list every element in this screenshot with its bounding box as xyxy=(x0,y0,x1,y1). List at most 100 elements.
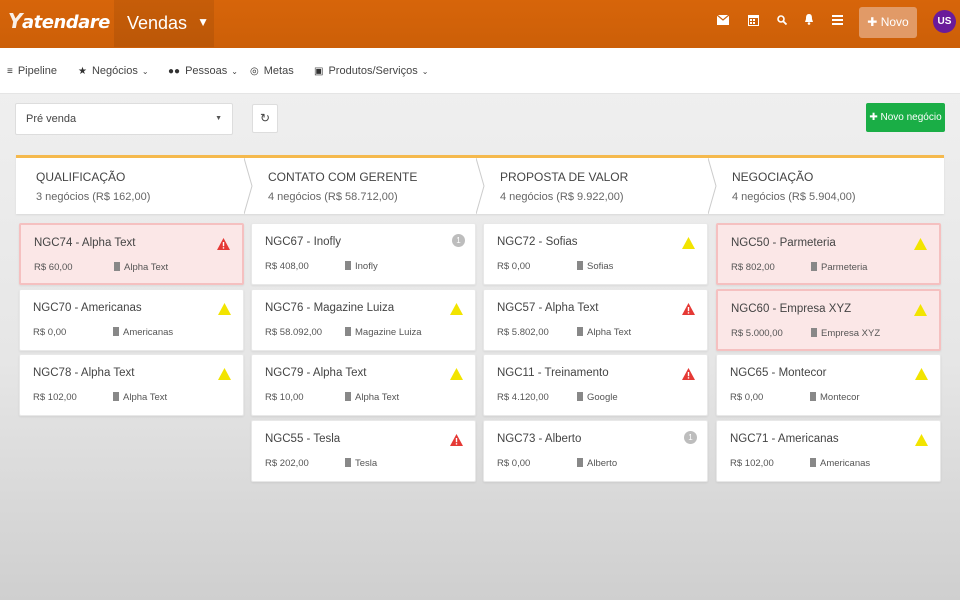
new-button-label: Novo xyxy=(880,15,909,29)
deal-card[interactable]: NGC11 - Treinamento R$ 4.120,00 Google xyxy=(483,354,708,416)
chevron-down-icon: ⌄ xyxy=(421,67,429,76)
filter-icon: ≡ xyxy=(7,66,13,77)
warning-yellow-icon xyxy=(915,433,928,446)
building-icon xyxy=(345,458,351,467)
deal-title: NGC73 - Alberto xyxy=(497,433,582,445)
stage-header-negociacao[interactable]: NEGOCIAÇÃO 4 negócios (R$ 5.904,00) xyxy=(712,158,944,214)
pipeline-select[interactable]: Pré venda ▼ xyxy=(15,103,233,135)
deal-card[interactable]: NGC57 - Alpha Text R$ 5.802,00 Alpha Text xyxy=(483,289,708,351)
stage-header-proposta[interactable]: PROPOSTA DE VALOR 4 negócios (R$ 9.922,0… xyxy=(480,158,712,214)
stage-header-contato[interactable]: CONTATO COM GERENTE 4 negócios (R$ 58.71… xyxy=(248,158,480,214)
nav-label: Pessoas xyxy=(185,65,228,77)
stage-count: 4 negócios (R$ 9.922,00) xyxy=(500,191,624,203)
deal-card[interactable]: NGC55 - Tesla R$ 202,00 Tesla xyxy=(251,420,476,482)
alert-red-icon xyxy=(217,237,230,250)
module-switcher[interactable]: Vendas ▼ xyxy=(114,0,214,47)
building-icon xyxy=(113,327,119,336)
deal-value: R$ 0,00 xyxy=(497,458,531,469)
deal-title: NGC11 - Treinamento xyxy=(497,367,609,379)
nav-item-produtos[interactable]: ▣ Produtos/Serviços ⌄ xyxy=(314,65,428,77)
nav-item-pipeline[interactable]: ≡ Pipeline xyxy=(7,65,57,77)
building-icon xyxy=(811,262,817,271)
nav-label: Produtos/Serviços xyxy=(328,65,418,77)
deal-organization: Magazine Luiza xyxy=(345,327,422,338)
organization-name: Tesla xyxy=(355,458,378,469)
nav-item-metas[interactable]: ◎ Metas xyxy=(250,65,294,77)
building-icon xyxy=(577,327,583,336)
nav-label: Negócios xyxy=(91,65,138,77)
deal-card[interactable]: NGC60 - Empresa XYZ R$ 5.000,00 Empresa XY… xyxy=(716,289,941,351)
organization-name: Parmeteria xyxy=(821,262,868,273)
add-deal-button[interactable]: ✚ Novo negócio xyxy=(866,103,945,132)
warning-yellow-icon xyxy=(218,302,231,315)
new-button[interactable]: ✚ Novo xyxy=(859,7,917,38)
deal-value: R$ 60,00 xyxy=(34,262,73,273)
deal-organization: Alpha Text xyxy=(345,392,399,403)
logo[interactable]: Yatendare xyxy=(8,9,110,33)
deal-card[interactable]: NGC73 - Alberto R$ 0,00 Alberto 1 xyxy=(483,420,708,482)
deal-card[interactable]: NGC70 - Americanas R$ 0,00 Americanas xyxy=(19,289,244,351)
deal-card[interactable]: NGC74 - Alpha Text R$ 60,00 Alpha Text xyxy=(19,223,244,285)
deal-value: R$ 5.000,00 xyxy=(731,328,783,339)
nav-label: Pipeline xyxy=(17,65,57,77)
warning-yellow-icon xyxy=(914,237,927,250)
deal-card[interactable]: NGC71 - Americanas R$ 102,00 Americanas xyxy=(716,420,941,482)
deal-organization: Montecor xyxy=(810,392,860,403)
nav-item-negocios[interactable]: ★ Negócios ⌄ xyxy=(78,65,149,77)
warning-yellow-icon xyxy=(682,236,695,249)
deal-organization: Tesla xyxy=(345,458,377,469)
alert-red-icon xyxy=(682,367,695,380)
mail-icon[interactable] xyxy=(716,14,730,28)
deal-value: R$ 4.120,00 xyxy=(497,392,549,403)
deal-title: NGC71 - Americanas xyxy=(730,433,839,445)
calendar-icon[interactable] xyxy=(746,14,760,28)
deal-value: R$ 0,00 xyxy=(730,392,764,403)
organization-name: Google xyxy=(587,392,618,403)
deal-card[interactable]: NGC78 - Alpha Text R$ 102,00 Alpha Text xyxy=(19,354,244,416)
list-icon[interactable] xyxy=(830,14,844,28)
building-icon xyxy=(114,262,120,271)
bell-icon[interactable] xyxy=(802,14,816,28)
organization-name: Alpha Text xyxy=(355,392,400,403)
top-bar: Yatendare Vendas ▼ ✚ Novo US xyxy=(0,0,960,48)
refresh-icon: ↻ xyxy=(259,111,271,125)
building-icon xyxy=(577,392,583,401)
deal-title: NGC70 - Americanas xyxy=(33,302,142,314)
deal-card[interactable]: NGC65 - Montecor R$ 0,00 Montecor xyxy=(716,354,941,416)
deal-card[interactable]: NGC79 - Alpha Text R$ 10,00 Alpha Text xyxy=(251,354,476,416)
deal-title: NGC57 - Alpha Text xyxy=(497,302,599,314)
deal-organization: Inofly xyxy=(345,261,378,272)
warning-yellow-icon xyxy=(915,367,928,380)
deal-title: NGC78 - Alpha Text xyxy=(33,367,135,379)
deal-value: R$ 10,00 xyxy=(265,392,304,403)
deal-organization: Alpha Text xyxy=(114,262,168,273)
search-icon[interactable] xyxy=(775,14,789,28)
organization-name: Empresa XYZ xyxy=(821,328,881,339)
refresh-button[interactable]: ↻ xyxy=(252,104,278,133)
activity-count-badge: 1 xyxy=(684,431,697,444)
stage-name: QUALIFICAÇÃO xyxy=(36,170,126,184)
warning-yellow-icon xyxy=(450,302,463,315)
deal-card[interactable]: NGC50 - Parmeteria R$ 802,00 Parmeteria xyxy=(716,223,941,285)
cart-icon: ▣ xyxy=(314,66,324,77)
deal-title: NGC74 - Alpha Text xyxy=(34,237,136,249)
building-icon xyxy=(810,392,816,401)
deal-title: NGC50 - Parmeteria xyxy=(731,237,836,249)
deal-organization: Americanas xyxy=(810,458,870,469)
organization-name: Alpha Text xyxy=(123,392,168,403)
stage-count: 4 negócios (R$ 58.712,00) xyxy=(268,191,398,203)
deal-title: NGC79 - Alpha Text xyxy=(265,367,367,379)
deal-card[interactable]: NGC67 - Inofly R$ 408,00 Inofly 1 xyxy=(251,223,476,285)
plus-icon: ✚ xyxy=(867,15,878,29)
deal-organization: Americanas xyxy=(113,327,173,338)
deal-organization: Alpha Text xyxy=(577,327,631,338)
avatar[interactable]: US xyxy=(933,10,956,33)
activity-count-badge: 1 xyxy=(452,234,465,247)
deal-card[interactable]: NGC76 - Magazine Luiza R$ 58.092,00 Magazi… xyxy=(251,289,476,351)
deal-title: NGC76 - Magazine Luiza xyxy=(265,302,395,314)
deal-card[interactable]: NGC72 - Sofias R$ 0,00 Sofias xyxy=(483,223,708,285)
stage-header-qualificacao[interactable]: QUALIFICAÇÃO 3 negócios (R$ 162,00) xyxy=(16,158,248,214)
nav-item-pessoas[interactable]: ●● Pessoas ⌄ xyxy=(168,65,238,77)
deal-value: R$ 802,00 xyxy=(731,262,775,273)
organization-name: Alberto xyxy=(587,458,618,469)
